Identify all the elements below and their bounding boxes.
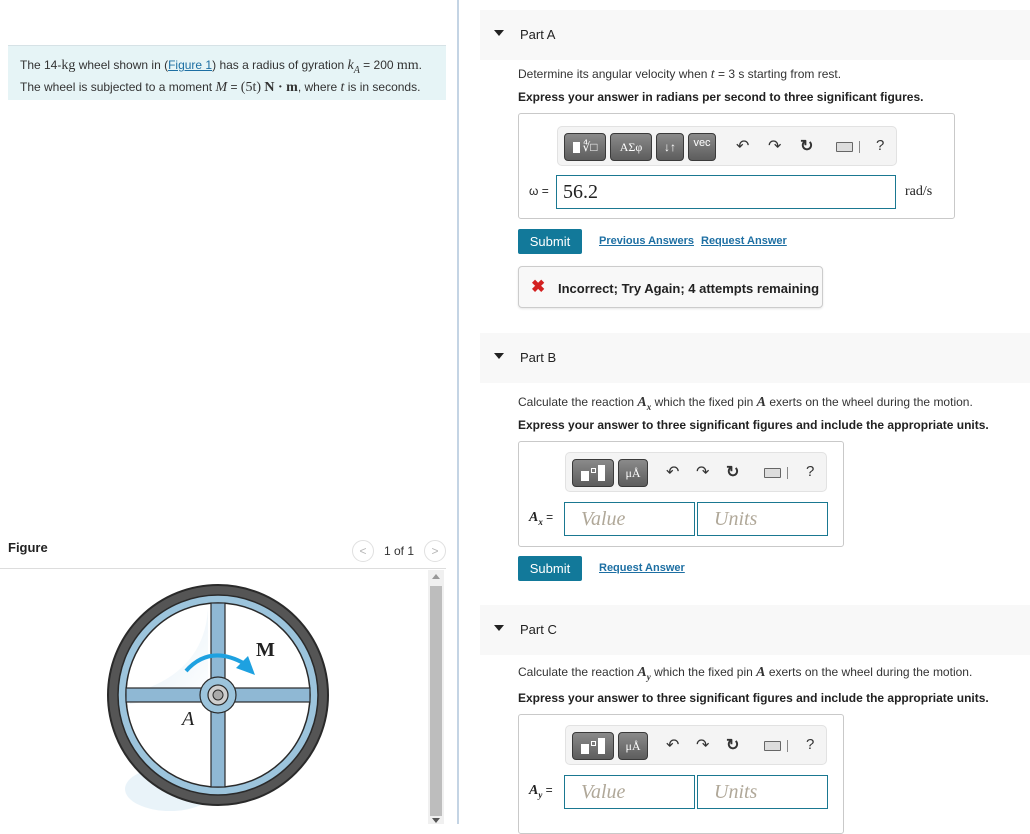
part-b-header[interactable]: Part B bbox=[480, 333, 1030, 383]
part-a-answer-input[interactable] bbox=[556, 175, 896, 209]
ay-label: Ay = bbox=[529, 783, 553, 800]
figure-title: Figure bbox=[8, 540, 48, 555]
omega-label: ω = bbox=[529, 184, 549, 198]
keyboard-icon[interactable] bbox=[836, 142, 853, 152]
templates-button[interactable] bbox=[572, 459, 614, 487]
keyboard-icon[interactable] bbox=[764, 741, 781, 751]
greek-symbols-button[interactable]: ΑΣφ bbox=[610, 133, 652, 161]
part-c-value-input[interactable] bbox=[564, 775, 695, 809]
template-block-icon bbox=[581, 471, 589, 481]
template-block-icon bbox=[572, 141, 580, 153]
sort-arrows-button[interactable]: ↓↑ bbox=[656, 133, 684, 161]
part-a-prompt: Determine its angular velocity when t = … bbox=[518, 67, 842, 82]
chevron-right-icon: > bbox=[431, 544, 439, 558]
problem-statement: The 14-kg wheel shown in (Figure 1) has … bbox=[8, 45, 446, 100]
reset-icon[interactable]: ↻ bbox=[726, 463, 739, 483]
part-c-toolbar: μÅ ↶ ↷ ↻ ? bbox=[565, 725, 827, 765]
templates-button[interactable]: ∜□ bbox=[564, 133, 606, 161]
redo-icon[interactable]: ↷ bbox=[696, 463, 709, 483]
chevron-left-icon: < bbox=[359, 544, 367, 558]
part-c-answer-box: μÅ ↶ ↷ ↻ ? Ay = bbox=[518, 714, 844, 834]
next-figure-button[interactable]: > bbox=[424, 540, 446, 562]
ax-label: Ax = bbox=[529, 510, 554, 527]
part-a-title: Part A bbox=[520, 27, 556, 42]
help-icon[interactable]: ? bbox=[806, 463, 814, 480]
figure-area: M A bbox=[0, 570, 446, 824]
figure-link[interactable]: Figure 1 bbox=[168, 58, 212, 72]
part-b-instruction: Express your answer to three significant… bbox=[518, 418, 989, 432]
fraction-icon bbox=[598, 465, 605, 481]
incorrect-x-icon: ✖ bbox=[531, 277, 546, 296]
nth-root-icon: ∜□ bbox=[582, 140, 598, 154]
scroll-down-arrow-icon[interactable] bbox=[432, 818, 440, 823]
units-button[interactable]: μÅ bbox=[618, 732, 648, 760]
part-c-header[interactable]: Part C bbox=[480, 605, 1030, 655]
part-b-prompt: Calculate the reaction Ax which the fixe… bbox=[518, 395, 973, 412]
part-a-unit: rad/s bbox=[905, 184, 933, 199]
part-a-toolbar: ∜□ ΑΣφ ↓↑ vec ↶ ↷ ↻ ? bbox=[557, 126, 897, 166]
caret-down-icon bbox=[494, 353, 504, 359]
figure-header: Figure < 1 of 1 > bbox=[0, 536, 446, 569]
pin-A bbox=[212, 689, 224, 701]
part-b-request-answer-link[interactable]: Request Answer bbox=[599, 562, 685, 574]
part-b-toolbar: μÅ ↶ ↷ ↻ ? bbox=[565, 452, 827, 492]
toolbar-separator bbox=[787, 467, 788, 479]
figure-counter: 1 of 1 bbox=[384, 544, 415, 558]
part-a-header[interactable]: Part A bbox=[480, 10, 1030, 60]
toolbar-separator bbox=[787, 740, 788, 752]
left-pane: The 14-kg wheel shown in (Figure 1) has … bbox=[0, 0, 457, 824]
part-b-submit-button[interactable]: Submit bbox=[518, 556, 582, 581]
part-c-title: Part C bbox=[520, 622, 557, 637]
toolbar-separator bbox=[859, 141, 860, 153]
undo-icon[interactable]: ↶ bbox=[666, 736, 679, 756]
caret-down-icon bbox=[494, 30, 504, 36]
part-a-instruction: Express your answer in radians per secon… bbox=[518, 90, 924, 104]
help-icon[interactable]: ? bbox=[806, 736, 814, 753]
problem-line-1: The 14-kg wheel shown in (Figure 1) has … bbox=[20, 58, 422, 76]
figure-scrollbar[interactable] bbox=[428, 570, 444, 824]
part-b-title: Part B bbox=[520, 350, 557, 365]
templates-button[interactable] bbox=[572, 732, 614, 760]
help-icon[interactable]: ? bbox=[876, 137, 884, 154]
label-M: M bbox=[256, 639, 275, 661]
pane-divider[interactable] bbox=[457, 0, 459, 824]
undo-icon[interactable]: ↶ bbox=[736, 137, 749, 157]
vector-button[interactable]: vec bbox=[688, 133, 716, 161]
part-a-submit-button[interactable]: Submit bbox=[518, 229, 582, 254]
caret-down-icon bbox=[494, 625, 504, 631]
previous-answers-link[interactable]: Previous Answers bbox=[599, 235, 694, 247]
part-c-units-input[interactable] bbox=[697, 775, 828, 809]
part-a-request-answer-link[interactable]: Request Answer bbox=[701, 235, 787, 247]
scroll-thumb[interactable] bbox=[430, 586, 442, 816]
part-b-units-input[interactable] bbox=[697, 502, 828, 536]
scroll-up-arrow-icon[interactable] bbox=[432, 574, 440, 579]
units-button[interactable]: μÅ bbox=[618, 459, 648, 487]
wheel-figure: M A bbox=[107, 584, 329, 811]
part-c-instruction: Express your answer to three significant… bbox=[518, 691, 989, 705]
feedback-message: ✖ Incorrect; Try Again; 4 attempts remai… bbox=[518, 266, 823, 308]
keyboard-icon[interactable] bbox=[764, 468, 781, 478]
template-block-icon bbox=[581, 744, 589, 754]
problem-line-2: The wheel is subjected to a moment M = (… bbox=[20, 79, 421, 95]
part-b-value-input[interactable] bbox=[564, 502, 695, 536]
part-c-prompt: Calculate the reaction Ay which the fixe… bbox=[518, 665, 973, 682]
redo-icon[interactable]: ↷ bbox=[696, 736, 709, 756]
part-b-answer-box: μÅ ↶ ↷ ↻ ? Ax = bbox=[518, 441, 844, 547]
reset-icon[interactable]: ↻ bbox=[800, 137, 813, 157]
reset-icon[interactable]: ↻ bbox=[726, 736, 739, 756]
label-A: A bbox=[180, 708, 195, 730]
k-symbol: kA bbox=[347, 58, 360, 76]
redo-icon[interactable]: ↷ bbox=[768, 137, 781, 157]
undo-icon[interactable]: ↶ bbox=[666, 463, 679, 483]
fraction-icon bbox=[598, 738, 605, 754]
previous-figure-button[interactable]: < bbox=[352, 540, 374, 562]
part-a-answer-box: ∜□ ΑΣφ ↓↑ vec ↶ ↷ ↻ ? ω = rad/s bbox=[518, 113, 955, 219]
